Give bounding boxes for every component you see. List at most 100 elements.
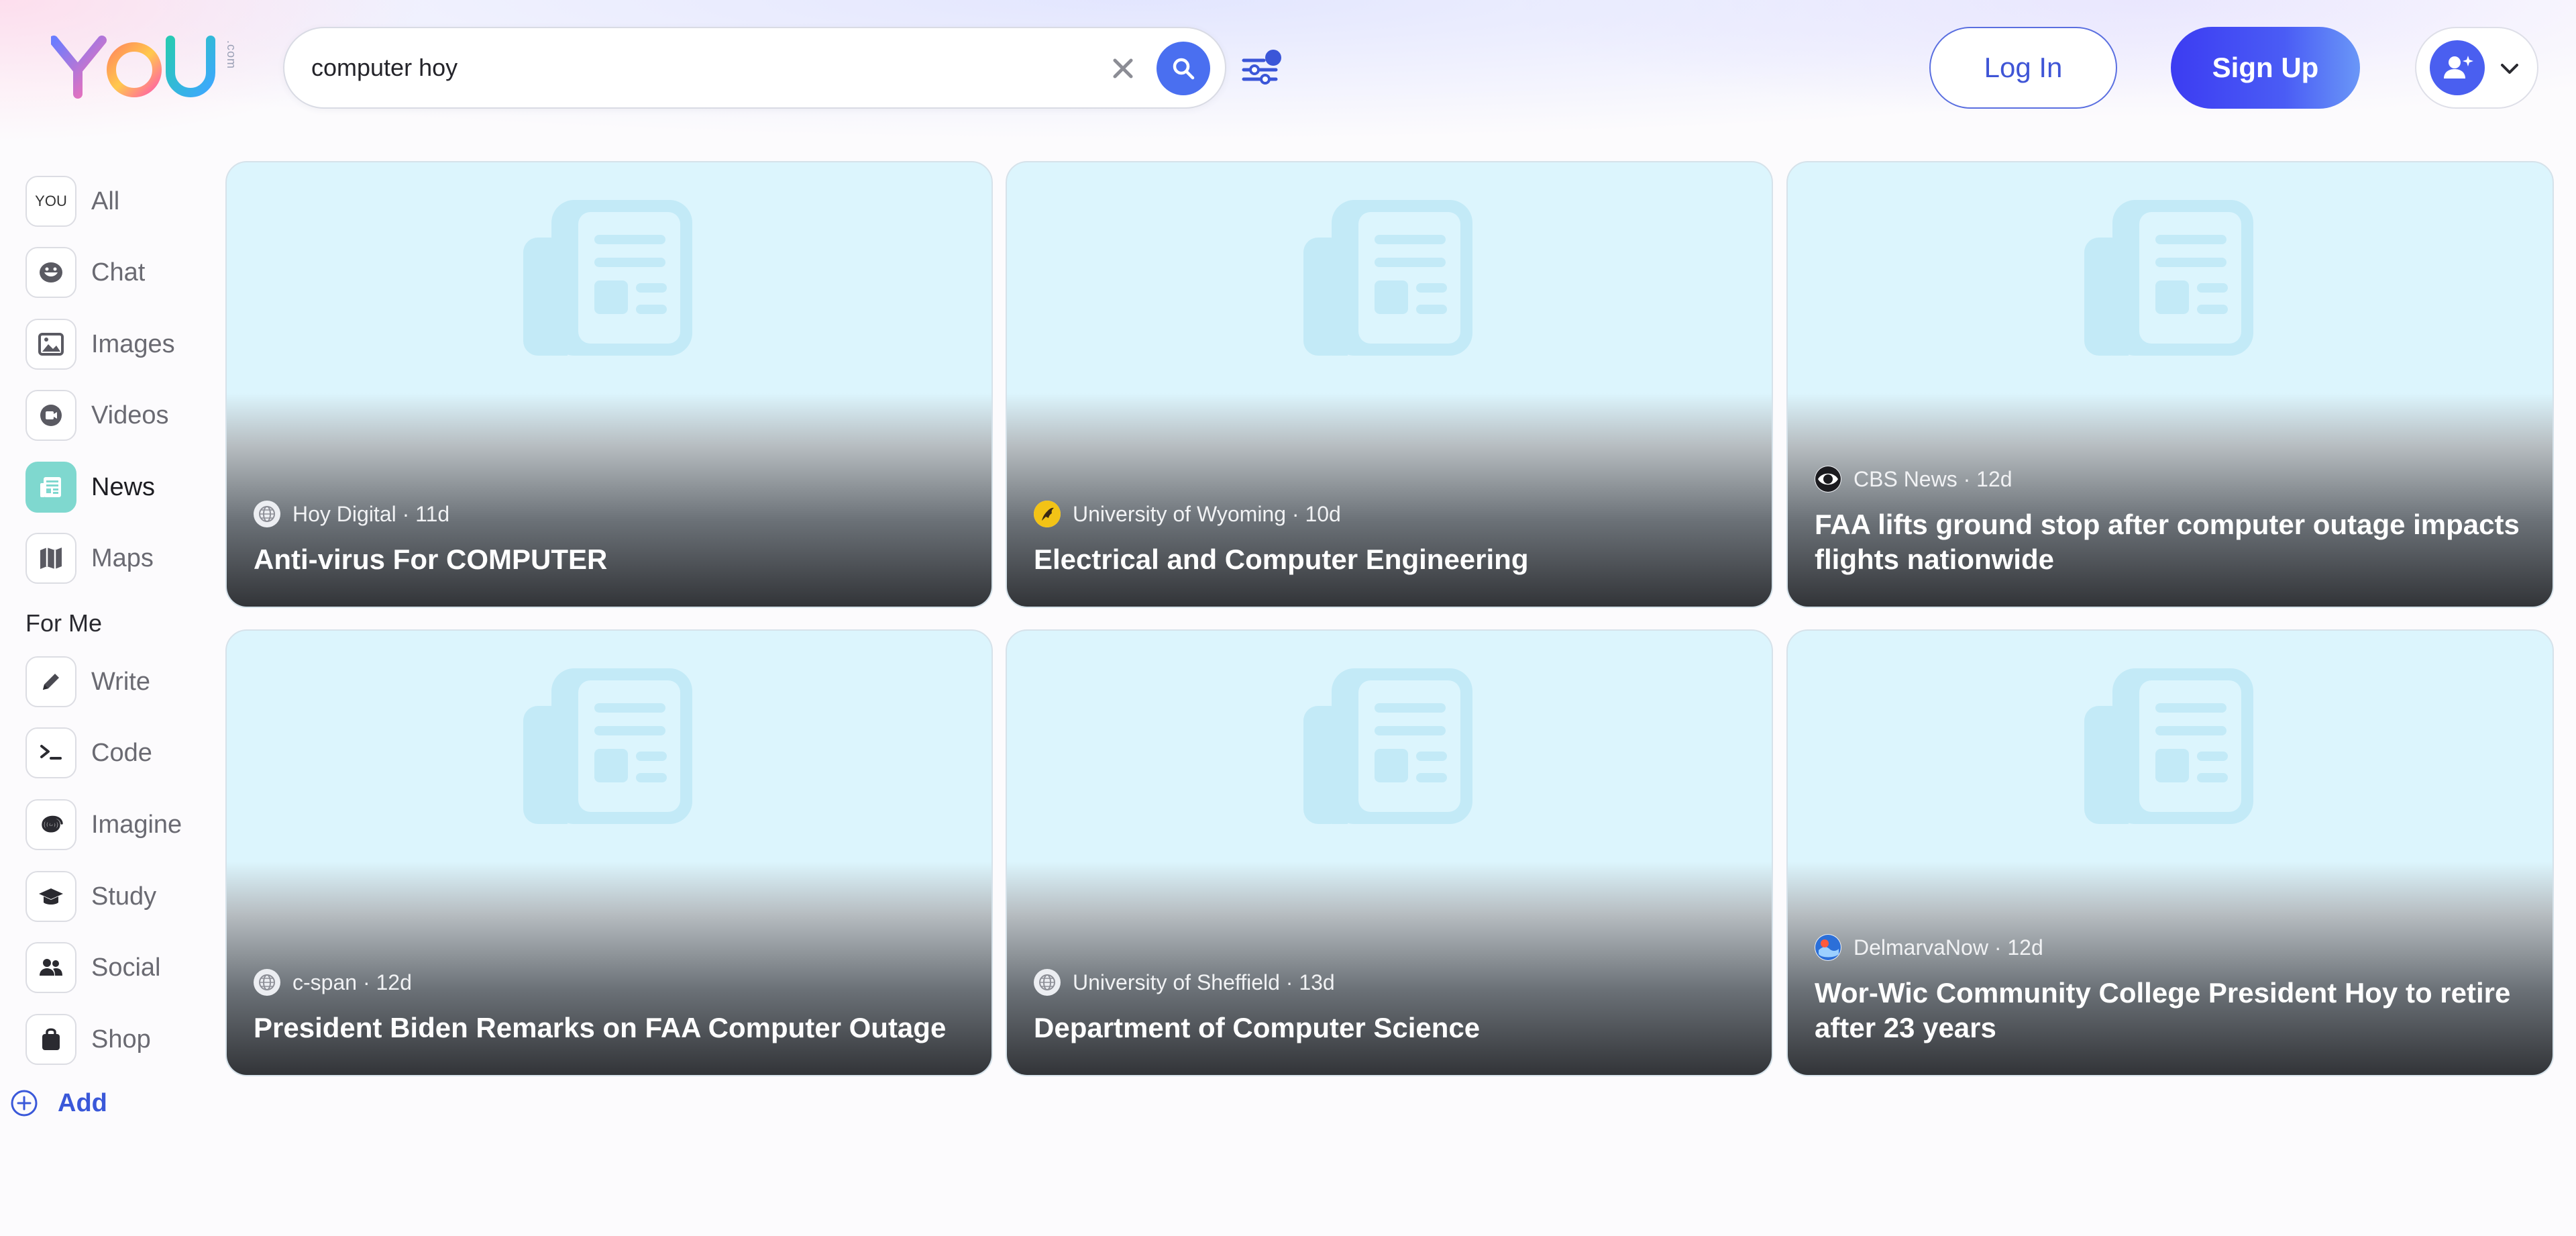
sidebar-item-label: Code: [91, 738, 152, 767]
sidebar-item-label: All: [91, 187, 120, 215]
avatar: [2430, 40, 2485, 95]
graduation-cap-icon: [25, 871, 76, 922]
news-title[interactable]: Anti-virus For COMPUTER: [254, 542, 965, 577]
news-card[interactable]: University of Sheffield · 13d Department…: [1006, 629, 1773, 1076]
image-icon: [25, 319, 76, 370]
card-meta: DelmarvaNow · 12d Wor-Wic Community Coll…: [1815, 934, 2526, 1045]
card-meta: University of Sheffield · 13d Department…: [1034, 969, 1745, 1045]
newspaper-placeholder-icon: [523, 200, 692, 356]
newspaper-placeholder-icon: [1303, 200, 1472, 356]
news-card[interactable]: DelmarvaNow · 12d Wor-Wic Community Coll…: [1786, 629, 2554, 1076]
chevron-down-icon: [2501, 64, 2518, 74]
sidebar-item-study[interactable]: Study: [25, 870, 227, 923]
you-logo-icon: YOU: [25, 176, 76, 227]
sidebar-item-code[interactable]: Code: [25, 726, 227, 780]
card-meta: Hoy Digital · 11d Anti-virus For COMPUTE…: [254, 501, 965, 577]
news-source: CBS News · 12d: [1815, 466, 2526, 493]
sidebar-item-all[interactable]: YOU All: [25, 174, 227, 228]
search-filters-button[interactable]: [1241, 48, 1285, 89]
news-source-label: University of Wyoming · 10d: [1073, 501, 1341, 526]
you-logo[interactable]: .com: [49, 35, 239, 99]
search-button[interactable]: [1157, 42, 1210, 95]
sliders-icon: [1242, 50, 1281, 85]
sidebar-item-shop[interactable]: Shop: [25, 1013, 227, 1066]
video-icon: [25, 390, 76, 441]
delmarva-icon: [1815, 934, 1841, 961]
sidebar-item-videos[interactable]: Videos: [25, 389, 227, 442]
news-title[interactable]: Wor-Wic Community College President Hoy …: [1815, 976, 2526, 1045]
cbs-eye-icon: [1815, 466, 1841, 493]
spiral-icon: [25, 799, 76, 850]
globe-icon: [254, 501, 280, 527]
news-card[interactable]: Hoy Digital · 11d Anti-virus For COMPUTE…: [225, 161, 993, 608]
cowboy-logo-icon: [1034, 501, 1061, 527]
sidebar-item-maps[interactable]: Maps: [25, 531, 227, 585]
search-bar: [283, 27, 1226, 109]
news-title[interactable]: Electrical and Computer Engineering: [1034, 542, 1745, 577]
news-source: University of Sheffield · 13d: [1034, 969, 1745, 996]
page: .com Log In Sign Up: [0, 0, 2576, 1236]
terminal-icon: [25, 727, 76, 778]
you-logo-icon-text: YOU: [35, 193, 67, 209]
card-meta: CBS News · 12d FAA lifts ground stop aft…: [1815, 466, 2526, 577]
card-meta: University of Wyoming · 10d Electrical a…: [1034, 501, 1745, 577]
sidebar-item-label: News: [91, 472, 156, 501]
news-source: DelmarvaNow · 12d: [1815, 934, 2526, 961]
sidebar-item-news[interactable]: News: [25, 460, 227, 514]
news-source-label: DelmarvaNow · 12d: [1854, 935, 2043, 960]
news-card[interactable]: University of Wyoming · 10d Electrical a…: [1006, 161, 1773, 608]
news-source: University of Wyoming · 10d: [1034, 501, 1745, 527]
chat-face-icon: [25, 247, 76, 298]
clear-search-button[interactable]: [1103, 48, 1143, 89]
newspaper-placeholder-icon: [1303, 668, 1472, 824]
newspaper-placeholder-icon: [523, 668, 692, 824]
sidebar-item-label: Images: [91, 329, 175, 358]
news-title[interactable]: President Biden Remarks on FAA Computer …: [254, 1011, 965, 1045]
signup-button[interactable]: Sign Up: [2171, 27, 2360, 109]
close-icon: [1113, 58, 1133, 79]
sidebar-item-label: Write: [91, 667, 150, 696]
sidebar-item-label: Study: [91, 882, 157, 911]
sidebar-item-write[interactable]: Write: [25, 655, 227, 709]
news-title[interactable]: FAA lifts ground stop after computer out…: [1815, 507, 2526, 577]
sidebar-item-label: Maps: [91, 544, 154, 572]
sidebar-item-imagine[interactable]: Imagine: [25, 798, 227, 852]
news-card[interactable]: CBS News · 12d FAA lifts ground stop aft…: [1786, 161, 2554, 608]
globe-icon: [254, 969, 280, 996]
news-source: c-span · 12d: [254, 969, 965, 996]
for-me-heading: For Me: [25, 609, 103, 637]
add-app-button[interactable]: Add: [9, 1088, 107, 1118]
sidebar-item-label: Social: [91, 953, 161, 982]
add-label: Add: [58, 1088, 107, 1117]
news-source-label: Hoy Digital · 11d: [292, 501, 450, 526]
people-icon: [25, 942, 76, 993]
user-sparkle-icon: [2444, 56, 2473, 79]
news-source-label: c-span · 12d: [292, 970, 412, 994]
newspaper-placeholder-icon: [2084, 200, 2253, 356]
search-input[interactable]: [311, 28, 1083, 107]
news-source-label: University of Sheffield · 13d: [1073, 970, 1335, 994]
plus-circle-icon: [11, 1090, 38, 1117]
shopping-bag-icon: [25, 1014, 76, 1065]
news-card[interactable]: c-span · 12d President Biden Remarks on …: [225, 629, 993, 1076]
sidebar-item-chat[interactable]: Chat: [25, 246, 227, 299]
news-source: Hoy Digital · 11d: [254, 501, 965, 527]
sidebar-item-social[interactable]: Social: [25, 941, 227, 994]
map-icon: [25, 533, 76, 584]
newspaper-icon: [25, 462, 76, 513]
pencil-icon: [25, 656, 76, 707]
sidebar-item-label: Imagine: [91, 810, 182, 839]
sidebar-item-label: Chat: [91, 258, 146, 287]
sidebar-item-label: Shop: [91, 1025, 151, 1053]
news-source-label: CBS News · 12d: [1854, 466, 2012, 491]
search-icon: [1173, 58, 1195, 80]
you-logo-mark: [49, 36, 215, 99]
news-title[interactable]: Department of Computer Science: [1034, 1011, 1745, 1045]
newspaper-placeholder-icon: [2084, 668, 2253, 824]
sidebar-item-label: Videos: [91, 401, 169, 429]
account-menu-button[interactable]: [2415, 27, 2538, 109]
login-button[interactable]: Log In: [1929, 27, 2117, 109]
sidebar-item-images[interactable]: Images: [25, 317, 227, 371]
globe-icon: [1034, 969, 1061, 996]
card-meta: c-span · 12d President Biden Remarks on …: [254, 969, 965, 1045]
